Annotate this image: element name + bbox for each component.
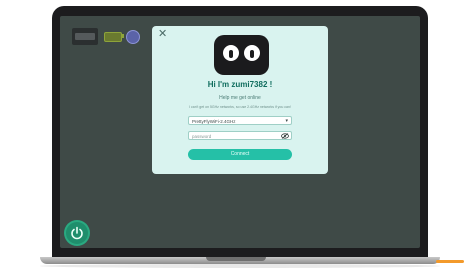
password-field[interactable]: password xyxy=(188,131,292,140)
right-pupil xyxy=(250,50,254,58)
close-icon[interactable]: ✕ xyxy=(158,29,168,40)
network-select[interactable]: PrettyFlyWiFi-2.4GHz ▾ xyxy=(188,116,292,125)
laptop-notch xyxy=(206,257,266,261)
connect-button[interactable]: Connect xyxy=(188,149,292,160)
accent-line xyxy=(436,260,464,263)
frequency-note: I can't get on 5GHz networks, so use 2.4… xyxy=(189,105,291,109)
password-placeholder: password xyxy=(192,134,212,139)
power-icon xyxy=(71,226,83,240)
globe-icon xyxy=(126,30,140,44)
help-text: Help me get online xyxy=(219,95,261,101)
eye-off-icon[interactable] xyxy=(281,133,289,139)
cpu-chip-icon xyxy=(72,28,98,45)
left-eye xyxy=(223,45,239,61)
laptop-shadow xyxy=(40,264,440,268)
power-button[interactable] xyxy=(66,222,88,244)
chevron-down-icon: ▾ xyxy=(285,118,288,124)
battery-icon xyxy=(104,32,122,42)
zumi-avatar xyxy=(214,35,269,75)
greeting-text: Hi I'm zumi7382 ! xyxy=(207,80,273,89)
right-eye xyxy=(244,45,260,61)
battery-tip xyxy=(122,34,124,38)
left-pupil xyxy=(229,50,233,58)
network-value: PrettyFlyWiFi-2.4GHz xyxy=(192,119,236,124)
chip-label xyxy=(75,33,95,40)
